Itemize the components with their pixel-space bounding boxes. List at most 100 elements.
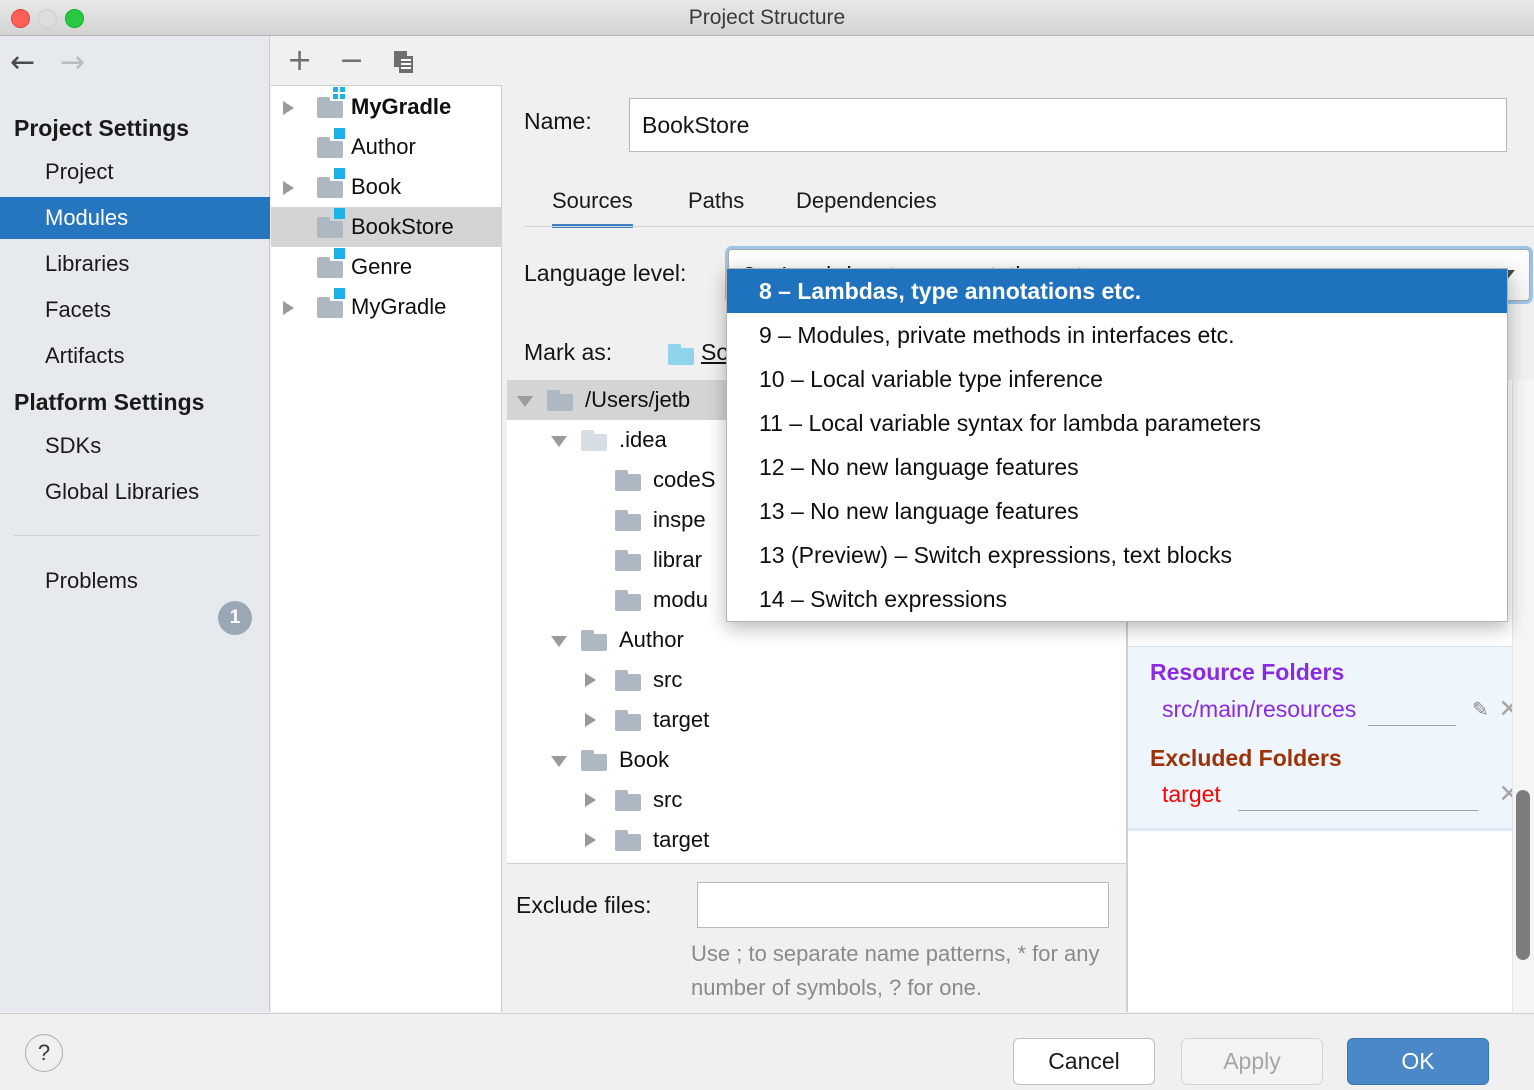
mark-as-sources-button[interactable]: So <box>701 339 729 366</box>
preview-scrollbar-thumb[interactable] <box>1516 790 1530 960</box>
title-bar: Project Structure <box>0 0 1534 36</box>
window-title: Project Structure <box>0 0 1534 36</box>
ok-button[interactable]: OK <box>1347 1038 1489 1085</box>
module-folder-icon <box>317 137 343 158</box>
tree-row[interactable]: target <box>507 700 1127 740</box>
sidebar-item-libraries[interactable]: Libraries <box>0 243 270 285</box>
language-level-label: Language level: <box>524 260 686 287</box>
sidebar-divider <box>14 535 259 536</box>
sidebar-item-sdks[interactable]: SDKs <box>0 425 270 467</box>
dropdown-option-13-preview[interactable]: 13 (Preview) – Switch expressions, text … <box>727 533 1507 577</box>
copy-icon[interactable] <box>389 36 419 86</box>
sidebar-item-modules[interactable]: Modules <box>0 197 270 239</box>
arrow-right-icon[interactable]: → <box>60 50 85 76</box>
module-folder-icon <box>317 257 343 278</box>
chevron-right-icon[interactable] <box>283 181 294 195</box>
language-level-dropdown[interactable]: 8 – Lambdas, type annotations etc. 9 – M… <box>726 268 1508 622</box>
dropdown-option-10[interactable]: 10 – Local variable type inference <box>727 357 1507 401</box>
folders-summary-card: Resource Folders src/main/resources ✎ ✕ … <box>1128 646 1534 831</box>
apply-button[interactable]: Apply <box>1181 1038 1323 1085</box>
tree-row[interactable]: src <box>507 660 1127 700</box>
chevron-down-icon[interactable] <box>551 756 567 767</box>
tab-sources[interactable]: Sources <box>552 180 633 228</box>
dropdown-option-9[interactable]: 9 – Modules, private methods in interfac… <box>727 313 1507 357</box>
arrow-left-icon[interactable]: ← <box>10 50 35 76</box>
tab-paths[interactable]: Paths <box>688 180 744 228</box>
pencil-icon[interactable]: ✎ <box>1472 697 1494 719</box>
tree-row[interactable]: Author <box>507 620 1127 660</box>
chevron-right-icon[interactable] <box>585 833 596 847</box>
dropdown-option-8[interactable]: 8 – Lambdas, type annotations etc. <box>727 269 1507 313</box>
folder-icon <box>581 750 607 771</box>
folder-icon <box>615 710 641 731</box>
excluded-folders-value[interactable]: target <box>1162 781 1221 808</box>
add-module-button[interactable]: + <box>287 36 312 86</box>
tree-row[interactable]: src <box>507 780 1127 820</box>
tree-row-label: .idea <box>619 420 667 460</box>
folder-light-icon <box>581 430 607 451</box>
module-item-book[interactable]: Book <box>271 167 502 207</box>
tree-row-label: codeS <box>653 460 715 500</box>
tree-row-label: src <box>653 780 682 820</box>
tree-row-label: Author <box>619 620 684 660</box>
exclude-files-hint: Use ; to separate name patterns, * for a… <box>691 937 1111 1005</box>
exclude-files-input[interactable] <box>697 882 1109 928</box>
tree-row-label: modu <box>653 580 708 620</box>
module-item-mygradle[interactable]: MyGradle <box>271 287 502 327</box>
folder-icon <box>615 590 641 611</box>
tree-row-label: Book <box>619 740 669 780</box>
dropdown-option-13[interactable]: 13 – No new language features <box>727 489 1507 533</box>
excluded-folders-underline <box>1238 810 1478 811</box>
tree-row-label: inspe <box>653 500 706 540</box>
settings-sidebar: ← → Project Settings Project Modules Lib… <box>0 36 270 1012</box>
chevron-down-icon[interactable] <box>517 396 533 407</box>
module-item-bookstore[interactable]: BookStore <box>271 207 502 247</box>
resource-folders-underline <box>1368 725 1456 726</box>
chevron-right-icon[interactable] <box>283 101 294 115</box>
folder-icon <box>615 510 641 531</box>
folder-icon <box>615 790 641 811</box>
modules-panel: + − <box>271 36 502 1012</box>
resource-folders-value[interactable]: src/main/resources <box>1162 696 1356 723</box>
dropdown-option-11[interactable]: 11 – Local variable syntax for lambda pa… <box>727 401 1507 445</box>
dropdown-option-12[interactable]: 12 – No new language features <box>727 445 1507 489</box>
dropdown-option-14[interactable]: 14 – Switch expressions <box>727 577 1507 621</box>
chevron-right-icon[interactable] <box>585 673 596 687</box>
chevron-right-icon[interactable] <box>585 713 596 727</box>
sidebar-item-project[interactable]: Project <box>0 151 270 193</box>
folder-icon <box>615 830 641 851</box>
tree-row[interactable]: target <box>507 820 1127 860</box>
sidebar-nav-arrows: ← → <box>0 36 270 88</box>
sidebar-item-artifacts[interactable]: Artifacts <box>0 335 270 377</box>
module-item-mygradle-root[interactable]: MyGradle <box>271 87 502 127</box>
sources-folder-icon <box>668 344 694 366</box>
cancel-button[interactable]: Cancel <box>1013 1038 1155 1085</box>
module-item-label: Book <box>351 167 401 207</box>
module-item-genre[interactable]: Genre <box>271 247 502 287</box>
folder-icon <box>615 670 641 691</box>
folder-icon <box>581 630 607 651</box>
sidebar-item-facets[interactable]: Facets <box>0 289 270 331</box>
gradle-module-folder-icon <box>317 97 343 118</box>
chevron-down-icon[interactable] <box>551 436 567 447</box>
chevron-right-icon[interactable] <box>585 793 596 807</box>
name-input[interactable]: BookStore <box>629 98 1507 152</box>
module-item-label: Genre <box>351 247 412 287</box>
folder-icon <box>547 390 573 411</box>
chevron-down-icon[interactable] <box>551 636 567 647</box>
dialog-footer: ? Cancel Apply OK <box>0 1013 1534 1090</box>
chevron-right-icon[interactable] <box>283 301 294 315</box>
tab-dependencies[interactable]: Dependencies <box>796 180 937 228</box>
modules-toolbar: + − <box>271 36 502 86</box>
help-button[interactable]: ? <box>25 1034 63 1072</box>
remove-module-button[interactable]: − <box>339 36 364 86</box>
sidebar-group-platform-settings: Platform Settings <box>14 389 204 416</box>
tree-row[interactable]: Book <box>507 740 1127 780</box>
sidebar-item-global-libraries[interactable]: Global Libraries <box>0 471 270 513</box>
module-folder-icon <box>317 297 343 318</box>
preview-scrollbar-track[interactable] <box>1512 380 1534 1012</box>
sidebar-item-problems[interactable]: Problems <box>0 560 270 602</box>
module-item-author[interactable]: Author <box>271 127 502 167</box>
tree-row-label: librar <box>653 540 702 580</box>
name-label: Name: <box>524 108 592 135</box>
